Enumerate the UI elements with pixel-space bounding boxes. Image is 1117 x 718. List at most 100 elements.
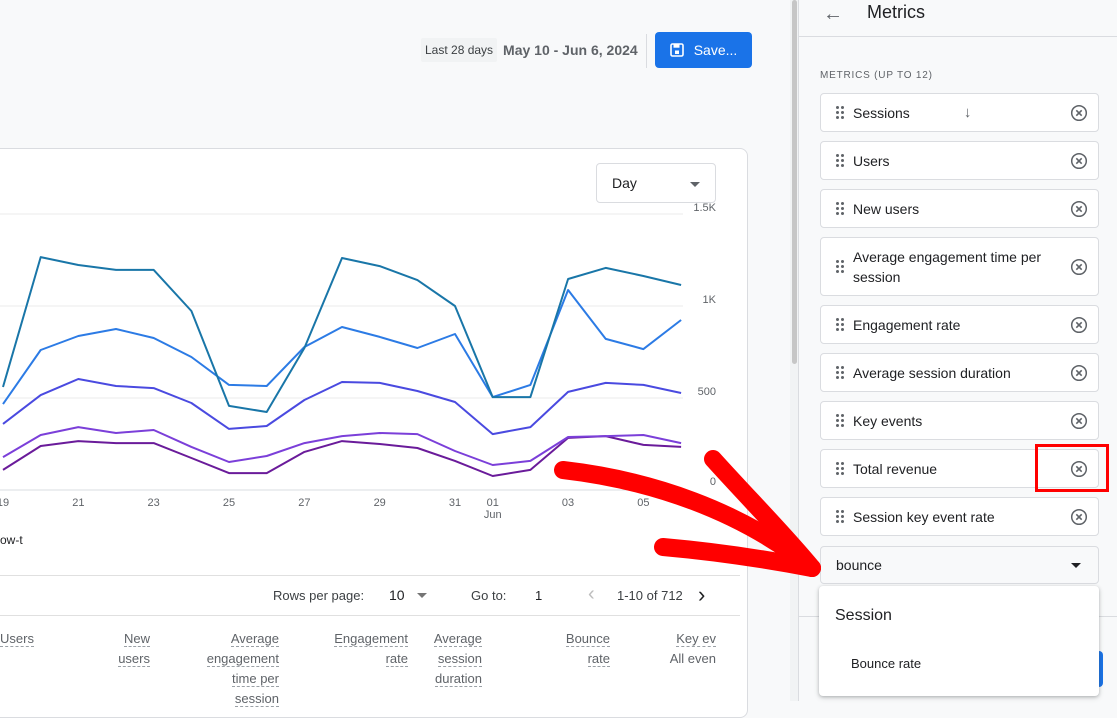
column-header-text: session xyxy=(235,691,279,707)
annotation-highlight-box xyxy=(1035,444,1109,492)
divider xyxy=(0,615,740,616)
metric-chip[interactable]: Session key event rate xyxy=(820,497,1099,536)
column-header-text: time per xyxy=(232,671,279,687)
remove-metric-icon[interactable] xyxy=(1070,258,1088,276)
series-line-series-4 xyxy=(3,427,681,465)
column-header[interactable]: Average engagement time per session xyxy=(180,629,279,709)
rows-per-page-select[interactable]: 10 xyxy=(389,585,427,605)
date-preset-label: Last 28 days xyxy=(421,38,497,62)
column-header[interactable]: Key ev All even xyxy=(650,629,716,669)
drag-handle-icon[interactable] xyxy=(836,154,844,167)
x-tick-label: 05 xyxy=(637,497,649,509)
x-tick-label: 23 xyxy=(148,497,160,509)
save-button-label: Save... xyxy=(694,42,738,58)
remove-metric-icon[interactable] xyxy=(1070,316,1088,334)
column-header[interactable]: New users xyxy=(60,629,150,669)
report-area: Last 28 days May 10 - Jun 6, 2024 Save..… xyxy=(0,0,790,701)
sort-descending-icon[interactable]: ↓ xyxy=(964,104,972,121)
remove-metric-icon[interactable] xyxy=(1070,104,1088,122)
metric-chip[interactable]: Engagement rate xyxy=(820,305,1099,344)
column-header-text: users xyxy=(118,651,150,667)
x-tick-label: 21 xyxy=(72,497,84,509)
section-label: METRICS (UP TO 12) xyxy=(820,70,933,81)
legend-item[interactable]: ow-t xyxy=(0,533,23,547)
drag-handle-icon[interactable] xyxy=(836,414,844,427)
column-header-text: Key ev xyxy=(676,631,716,647)
remove-metric-icon[interactable] xyxy=(1070,508,1088,526)
goto-page-input[interactable]: 1 xyxy=(535,588,542,603)
date-range-value: May 10 - Jun 6, 2024 xyxy=(503,42,638,58)
metric-chip[interactable]: Users xyxy=(820,141,1099,180)
column-header[interactable]: Users xyxy=(0,629,45,649)
column-header-text: New xyxy=(124,631,150,647)
dropdown-group-label: Session xyxy=(835,607,892,625)
remove-metric-icon[interactable] xyxy=(1070,152,1088,170)
drag-handle-icon[interactable] xyxy=(836,510,844,523)
x-tick-label: 19 xyxy=(0,497,9,509)
goto-label: Go to: xyxy=(471,588,506,603)
metric-label: Engagement rate xyxy=(853,315,1098,335)
save-icon xyxy=(670,43,684,57)
y-tick-label: 500 xyxy=(698,386,716,398)
column-header-text: duration xyxy=(435,671,482,687)
series-line-series-2 xyxy=(3,290,681,404)
column-header-text: rate xyxy=(386,651,408,667)
granularity-select[interactable]: Day xyxy=(596,163,716,203)
column-header-text: Average xyxy=(231,631,279,647)
save-button[interactable]: Save... xyxy=(655,32,752,68)
rows-per-page-label: Rows per page: xyxy=(273,588,364,603)
metric-search-input[interactable]: bounce xyxy=(820,546,1099,584)
granularity-value: Day xyxy=(612,175,637,191)
metric-chip[interactable]: Key events xyxy=(820,401,1099,440)
x-tick-sublabel: Jun xyxy=(484,509,502,521)
series-line-series-3 xyxy=(3,379,681,434)
y-tick-label: 0 xyxy=(710,476,716,488)
date-range-picker[interactable]: Last 28 days May 10 - Jun 6, 2024 xyxy=(421,38,638,62)
y-tick-label: 1K xyxy=(703,294,717,306)
x-tick-label: 29 xyxy=(374,497,386,509)
metric-chip[interactable]: Average session duration xyxy=(820,353,1099,392)
remove-metric-icon[interactable] xyxy=(1070,412,1088,430)
drag-handle-icon[interactable] xyxy=(836,462,844,475)
dropdown-option-bounce-rate[interactable]: Bounce rate xyxy=(851,656,921,671)
column-header-text: engagement xyxy=(207,651,279,667)
drag-handle-icon[interactable] xyxy=(836,366,844,379)
rows-per-page-value: 10 xyxy=(389,587,405,603)
panel-header: ← Metrics xyxy=(799,0,1117,37)
x-tick-label: 25 xyxy=(223,497,235,509)
drag-handle-icon[interactable] xyxy=(836,260,844,273)
prev-page-icon[interactable]: ‹ xyxy=(588,583,595,606)
x-tick-label: 01 xyxy=(487,497,499,509)
dropdown-caret-icon xyxy=(690,182,700,187)
column-header[interactable]: Averagesessionduration xyxy=(420,629,482,689)
metric-label: Average engagement time per session xyxy=(853,247,1098,287)
series-line-series-5 xyxy=(3,436,681,476)
dropdown-caret-icon xyxy=(417,593,427,598)
column-header-subtext: All even xyxy=(670,651,716,666)
line-chart: 0 500 1K 1.5K 19 21 23 25 27 29 31 01 03 05 Jun xyxy=(0,200,740,530)
page-range-text: 1-10 of 712 xyxy=(617,588,683,603)
metric-chip[interactable]: New users xyxy=(820,189,1099,228)
column-header[interactable]: Bouncerate xyxy=(535,629,610,669)
metric-chip[interactable]: Sessions ↓ xyxy=(820,93,1099,132)
back-arrow-icon[interactable]: ← xyxy=(823,3,843,26)
drag-handle-icon[interactable] xyxy=(836,202,844,215)
metric-label: Sessions xyxy=(853,103,950,123)
drag-handle-icon[interactable] xyxy=(836,318,844,331)
remove-metric-icon[interactable] xyxy=(1070,364,1088,382)
metric-suggestions-dropdown: Session Bounce rate xyxy=(819,586,1099,696)
y-tick-label: 1.5K xyxy=(693,202,716,214)
x-tick-label: 31 xyxy=(449,497,461,509)
header-divider xyxy=(646,34,647,68)
dropdown-caret-icon[interactable] xyxy=(1071,563,1081,568)
remove-metric-icon[interactable] xyxy=(1070,200,1088,218)
x-tick-label: 27 xyxy=(298,497,310,509)
metric-label: Key events xyxy=(853,411,1098,431)
metric-chip[interactable]: Average engagement time per session xyxy=(820,237,1099,296)
column-header-text: Engagement xyxy=(334,631,408,647)
x-tick-label: 03 xyxy=(562,497,574,509)
drag-handle-icon[interactable] xyxy=(836,106,844,119)
scrollbar-thumb[interactable] xyxy=(792,0,797,364)
column-header[interactable]: Engagement rate xyxy=(300,629,408,669)
next-page-icon[interactable]: › xyxy=(698,582,705,608)
